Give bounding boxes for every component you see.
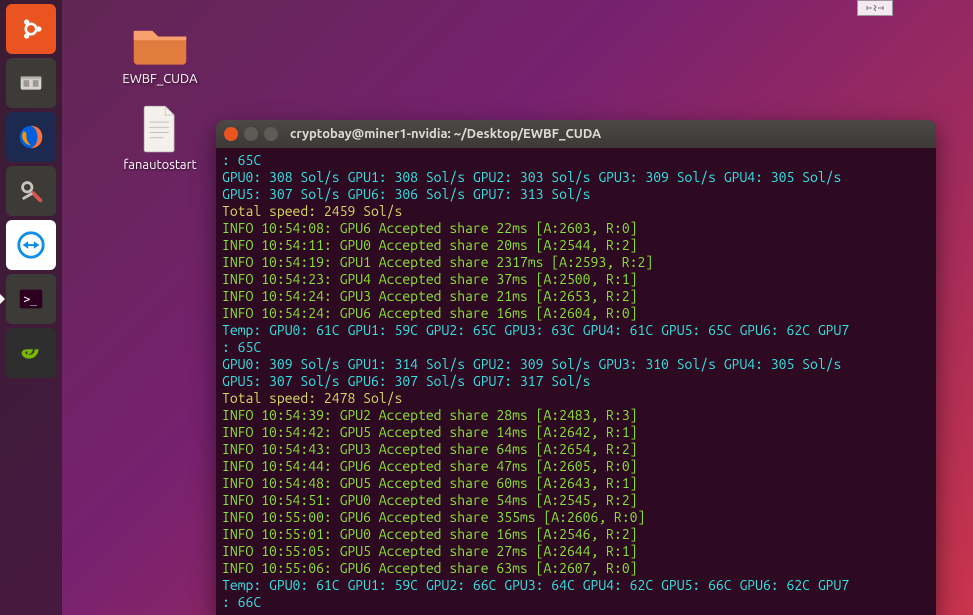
- terminal-line: INFO 10:54:11: GPU0 Accepted share 20ms …: [222, 237, 930, 254]
- terminal-line: INFO 10:55:01: GPU0 Accepted share 16ms …: [222, 526, 930, 543]
- panel-expand-icon[interactable]: [857, 0, 893, 16]
- window-close-button[interactable]: [224, 127, 238, 141]
- terminal-output[interactable]: : 65CGPU0: 308 Sol/s GPU1: 308 Sol/s GPU…: [216, 148, 936, 615]
- terminal-line: Temp: GPU0: 61C GPU1: 59C GPU2: 65C GPU3…: [222, 322, 930, 339]
- launcher-item-terminal[interactable]: >_: [6, 274, 56, 324]
- launcher-item-files[interactable]: [6, 58, 56, 108]
- terminal-line: Temp: GPU0: 61C GPU1: 59C GPU2: 66C GPU3…: [222, 577, 930, 594]
- ubuntu-icon: [14, 12, 48, 46]
- launcher-item-firefox[interactable]: [6, 112, 56, 162]
- terminal-line: Total speed: 2459 Sol/s: [222, 203, 930, 220]
- window-minimize-button[interactable]: [244, 127, 258, 141]
- teamviewer-icon: [14, 228, 48, 262]
- folder-icon: [130, 18, 190, 68]
- terminal-line: INFO 10:54:24: GPU3 Accepted share 21ms …: [222, 288, 930, 305]
- terminal-line: INFO 10:54:51: GPU0 Accepted share 54ms …: [222, 492, 930, 509]
- terminal-line: INFO 10:54:24: GPU6 Accepted share 16ms …: [222, 305, 930, 322]
- window-maximize-button[interactable]: [264, 127, 278, 141]
- terminal-line: INFO 10:54:48: GPU5 Accepted share 60ms …: [222, 475, 930, 492]
- terminal-line: INFO 10:54:08: GPU6 Accepted share 22ms …: [222, 220, 930, 237]
- terminal-line: INFO 10:54:39: GPU2 Accepted share 28ms …: [222, 407, 930, 424]
- terminal-line: GPU0: 308 Sol/s GPU1: 308 Sol/s GPU2: 30…: [222, 169, 930, 186]
- terminal-line: INFO 10:55:05: GPU5 Accepted share 27ms …: [222, 543, 930, 560]
- svg-text:>_: >_: [24, 293, 38, 306]
- launcher-item-settings[interactable]: [6, 166, 56, 216]
- desktop-icon-label: EWBF_CUDA: [110, 72, 210, 86]
- launcher-item-teamviewer[interactable]: [6, 220, 56, 270]
- terminal-line: INFO 10:54:42: GPU5 Accepted share 14ms …: [222, 424, 930, 441]
- terminal-line: INFO 10:55:06: GPU6 Accepted share 63ms …: [222, 560, 930, 577]
- launcher-item-nvidia[interactable]: [6, 328, 56, 378]
- terminal-line: Total speed: 2478 Sol/s: [222, 390, 930, 407]
- window-titlebar[interactable]: cryptobay@miner1-nvidia: ~/Desktop/EWBF_…: [216, 120, 936, 148]
- desktop-folder-ewbf[interactable]: EWBF_CUDA: [110, 18, 210, 86]
- launcher-item-dash[interactable]: [6, 4, 56, 54]
- terminal-line: GPU5: 307 Sol/s GPU6: 307 Sol/s GPU7: 31…: [222, 373, 930, 390]
- textfile-icon: [130, 104, 190, 154]
- terminal-line: INFO 10:54:23: GPU4 Accepted share 37ms …: [222, 271, 930, 288]
- terminal-window[interactable]: cryptobay@miner1-nvidia: ~/Desktop/EWBF_…: [216, 120, 936, 615]
- files-icon: [14, 66, 48, 100]
- firefox-icon: [14, 120, 48, 154]
- terminal-line: INFO 10:54:19: GPU1 Accepted share 2317m…: [222, 254, 930, 271]
- launcher-dock: >_: [0, 0, 62, 615]
- terminal-line: INFO 10:54:44: GPU6 Accepted share 47ms …: [222, 458, 930, 475]
- terminal-line: : 65C: [222, 152, 930, 169]
- terminal-icon: >_: [14, 282, 48, 316]
- settings-icon: [14, 174, 48, 208]
- window-title: cryptobay@miner1-nvidia: ~/Desktop/EWBF_…: [290, 127, 601, 141]
- terminal-line: GPU0: 309 Sol/s GPU1: 314 Sol/s GPU2: 30…: [222, 356, 930, 373]
- desktop-icon-label: fanautostart: [110, 158, 210, 172]
- terminal-line: GPU5: 307 Sol/s GPU6: 306 Sol/s GPU7: 31…: [222, 186, 930, 203]
- terminal-line: : 66C: [222, 594, 930, 611]
- terminal-line: INFO 10:55:00: GPU6 Accepted share 355ms…: [222, 509, 930, 526]
- terminal-line: INFO 10:54:43: GPU3 Accepted share 64ms …: [222, 441, 930, 458]
- nvidia-icon: [14, 336, 48, 370]
- terminal-line: : 65C: [222, 339, 930, 356]
- desktop-file-fanautostart[interactable]: fanautostart: [110, 104, 210, 172]
